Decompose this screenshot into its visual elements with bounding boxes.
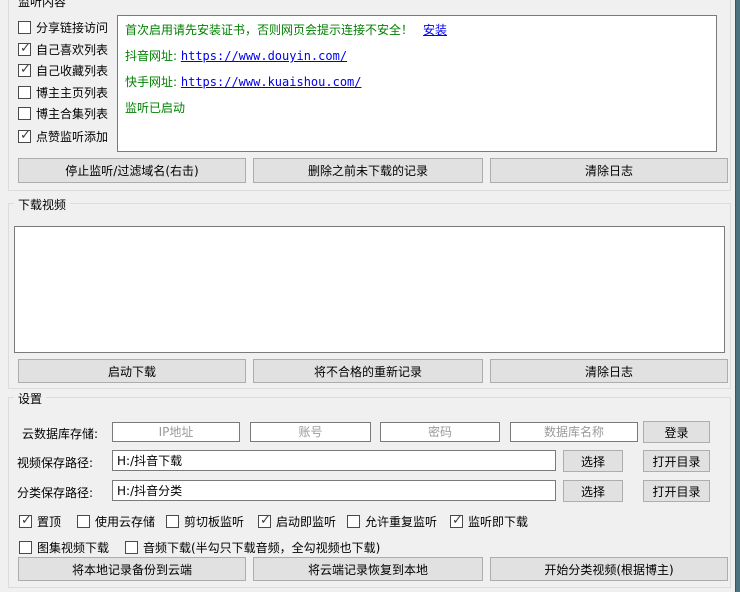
video-path-choose-button[interactable]: 选择 [563,450,623,472]
checkbox-label: 自己收藏列表 [36,64,109,78]
download-list-box[interactable] [14,226,725,353]
listen-group-title: 监听内容 [14,0,71,10]
checkbox-box[interactable] [450,513,463,528]
douyin-url-label: 抖音网址: [125,49,178,63]
checkbox-blogger-home-list[interactable]: 博主主页列表 [18,85,108,100]
checkbox-label: 点赞监听添加 [36,130,109,144]
log-line-kuaishou: 快手网址: https://www.kuaishou.com/ [125,69,709,95]
checkbox-box[interactable] [18,21,31,34]
requeue-failed-button[interactable]: 将不合格的重新记录 [253,359,483,383]
classify-videos-button[interactable]: 开始分类视频(根据博主) [490,557,728,581]
clear-log-button-middle[interactable]: 清除日志 [490,359,728,383]
checkbox-audio-download[interactable]: 音频下载(半勾只下载音频，全勾视频也下载) [125,540,380,555]
checkbox-use-cloud-storage[interactable]: 使用云存储 [77,514,155,529]
download-group-title: 下载视频 [14,196,71,213]
checkbox-box[interactable] [18,41,31,56]
backup-to-cloud-button[interactable]: 将本地记录备份到云端 [18,557,246,581]
classify-path-input[interactable] [112,480,556,501]
cloud-account-input[interactable] [250,422,371,442]
login-button[interactable]: 登录 [643,421,710,443]
checkbox-label: 博主合集列表 [36,107,109,121]
cloud-dbname-input[interactable] [510,422,638,442]
checkbox-label: 使用云存储 [95,515,156,529]
checkbox-label: 图集视频下载 [37,541,110,555]
checkbox-box[interactable] [18,86,31,99]
video-path-input[interactable] [112,450,556,471]
classify-path-choose-button[interactable]: 选择 [563,480,623,502]
checkbox-like-monitor-add[interactable]: 点赞监听添加 [18,128,109,144]
classify-path-label: 分类保存路径: [17,486,94,500]
cloud-password-input[interactable] [380,422,500,442]
restore-from-cloud-button[interactable]: 将云端记录恢复到本地 [253,557,483,581]
checkbox-box[interactable] [19,513,32,528]
checkbox-label: 分享链接访问 [36,21,109,35]
stop-monitor-button[interactable]: 停止监听/过滤域名(右击) [18,158,246,183]
checkbox-box[interactable] [258,513,271,528]
delete-undownloaded-button[interactable]: 删除之前未下载的记录 [253,158,483,183]
checkbox-label: 置顶 [37,515,62,529]
checkbox-my-favorites-list[interactable]: 自己收藏列表 [18,62,109,78]
checkbox-label: 博主主页列表 [36,86,109,100]
checkbox-download-on-monitor[interactable]: 监听即下载 [450,513,529,529]
checkbox-label: 启动即监听 [276,515,337,529]
kuaishou-url-link[interactable]: https://www.kuaishou.com/ [181,75,362,89]
kuaishou-url-label: 快手网址: [125,75,178,89]
checkbox-box[interactable] [18,107,31,120]
checkbox-monitor-on-startup[interactable]: 启动即监听 [258,513,337,529]
log-line-status: 监听已启动 [125,95,709,121]
log-line-install: 首次启用请先安装证书，否则网页会提示连接不安全！ 安装 [125,17,709,43]
checkbox-blogger-collection-list[interactable]: 博主合集列表 [18,106,108,121]
checkbox-box[interactable] [125,541,138,554]
douyin-url-link[interactable]: https://www.douyin.com/ [181,49,347,63]
app-window: 监听内容 分享链接访问 自己喜欢列表 自己收藏列表 博主主页列表 博主合集列表 … [0,0,740,592]
checkbox-label: 音频下载(半勾只下载音频，全勾视频也下载) [143,541,381,555]
video-path-open-button[interactable]: 打开目录 [643,450,710,472]
desktop-background-strip [735,0,740,592]
checkbox-label: 允许重复监听 [365,515,438,529]
settings-group-title: 设置 [14,390,47,407]
cloud-db-label: 云数据库存储: [22,427,99,441]
checkbox-allow-repeat-monitor[interactable]: 允许重复监听 [347,514,437,529]
log-line-douyin: 抖音网址: https://www.douyin.com/ [125,43,709,69]
start-download-button[interactable]: 启动下载 [18,359,246,383]
checkbox-always-on-top[interactable]: 置顶 [19,513,62,529]
checkbox-box[interactable] [18,62,31,77]
checkbox-share-link-visit[interactable]: 分享链接访问 [18,20,108,35]
install-notice-text: 首次启用请先安装证书，否则网页会提示连接不安全！ [125,23,414,37]
checkbox-label: 剪切板监听 [184,515,245,529]
checkbox-box[interactable] [77,515,90,528]
checkbox-box[interactable] [19,541,32,554]
cloud-ip-input[interactable] [112,422,240,442]
clear-log-button-top[interactable]: 清除日志 [490,158,728,183]
checkbox-label: 监听即下载 [468,515,529,529]
checkbox-box[interactable] [347,515,360,528]
install-cert-link[interactable]: 安装 [423,23,447,37]
monitor-status-text: 监听已启动 [125,101,186,115]
checkbox-gallery-video-download[interactable]: 图集视频下载 [19,540,109,555]
checkbox-box[interactable] [166,515,179,528]
checkbox-box[interactable] [18,128,31,143]
checkbox-clipboard-monitor[interactable]: 剪切板监听 [166,514,244,529]
checkbox-label: 自己喜欢列表 [36,43,109,57]
checkbox-my-likes-list[interactable]: 自己喜欢列表 [18,41,109,57]
monitor-log-textbox[interactable]: 首次启用请先安装证书，否则网页会提示连接不安全！ 安装 抖音网址: https:/… [117,15,717,152]
classify-path-open-button[interactable]: 打开目录 [643,480,710,502]
video-path-label: 视频保存路径: [17,456,94,470]
